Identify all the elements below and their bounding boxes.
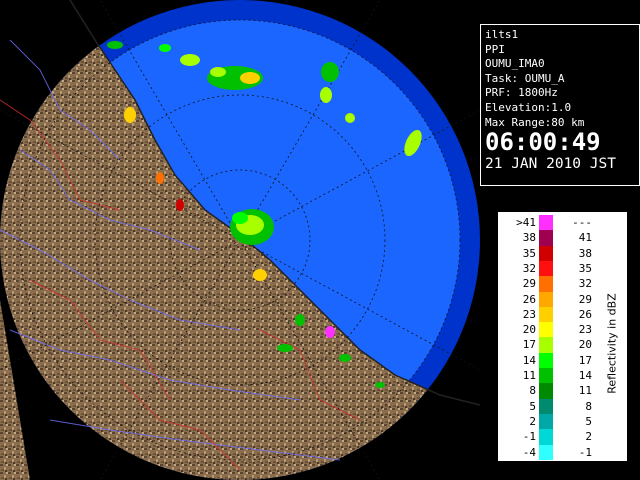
site-name: ilts1 — [485, 28, 519, 41]
legend-row-low: 35 — [522, 246, 536, 260]
legend-title: Reflectivity in dBZ — [605, 293, 619, 394]
legend-swatch — [539, 444, 553, 461]
legend-row-low: 14 — [522, 353, 536, 367]
legend-row: 38 41 — [498, 230, 593, 247]
legend-swatch — [539, 352, 553, 369]
legend-row-high: 23 — [578, 323, 592, 337]
info-panel: ilts1 PPI OUMU_IMA0 Task: OUMU_A PRF: 18… — [480, 24, 640, 186]
task-name: Task: OUMU_A — [485, 71, 565, 85]
legend-row-low: 5 — [529, 399, 536, 413]
radar-ppi-map[interactable] — [0, 0, 480, 480]
legend-row-high: 11 — [578, 384, 592, 398]
legend-row-low: 32 — [522, 261, 536, 275]
legend-row-low: 38 — [522, 231, 536, 245]
legend-row-low: 29 — [522, 277, 536, 291]
legend-swatch — [539, 429, 553, 445]
legend-swatch — [539, 398, 553, 415]
elevation-value: Elevation:1.0 — [485, 100, 572, 114]
legend-row-low: 20 — [522, 323, 536, 337]
legend-row: 20 23 — [498, 322, 593, 338]
legend-swatch — [539, 306, 553, 323]
legend-row: 23 26 — [498, 306, 593, 323]
legend-swatch — [539, 368, 553, 384]
legend-swatch — [539, 260, 553, 277]
legend-swatch — [539, 245, 553, 262]
legend-row: -1 2 — [498, 429, 593, 445]
scan-time: 06:00:49 — [485, 128, 601, 157]
legend-swatch — [539, 276, 553, 292]
legend-row: -4 -1 — [498, 444, 593, 461]
legend-row-high: 17 — [578, 353, 592, 367]
legend-row-high: --- — [572, 216, 592, 229]
legend-swatch — [539, 413, 553, 430]
legend-row-high: 32 — [578, 277, 592, 291]
legend-row-high: 29 — [578, 292, 592, 306]
legend-swatch — [539, 230, 553, 247]
legend-swatch — [539, 337, 553, 354]
legend-row-low: 2 — [529, 414, 536, 428]
legend-row-high: 35 — [578, 261, 592, 275]
legend-row-high: -1 — [578, 445, 592, 459]
legend-row-low: 23 — [522, 307, 536, 321]
legend-row: 26 29 — [498, 291, 593, 308]
scan-date: 21 JAN 2010 JST — [485, 156, 616, 173]
legend-row-high: 8 — [585, 399, 592, 413]
color-legend: >41 --- 38 41 35 38 32 35 29 32 26 29 23 26 20 23 17 20 14… — [497, 211, 628, 462]
product-type: PPI — [485, 42, 505, 56]
legend-row-low: 11 — [522, 369, 536, 382]
legend-row-low: -4 — [522, 445, 536, 459]
legend-row-high: 20 — [578, 338, 592, 352]
legend-row-high: 26 — [578, 307, 592, 321]
legend-row: 32 35 — [498, 260, 593, 277]
legend-row-low: >41 — [516, 216, 536, 229]
legend-row-low: 8 — [529, 384, 536, 398]
legend-swatch — [539, 383, 553, 400]
prf-value: PRF: 1800Hz — [485, 86, 558, 100]
legend-title-box: Reflectivity in dBZ — [602, 282, 619, 412]
legend-row: 14 17 — [498, 352, 593, 369]
legend-row: 11 14 — [498, 368, 593, 384]
legend-row: 35 38 — [498, 245, 593, 262]
legend-row-low: -1 — [522, 430, 536, 444]
legend-row-high: 41 — [578, 231, 592, 245]
legend-row: 8 11 — [498, 383, 593, 400]
legend-swatch — [539, 291, 553, 308]
radar-id: OUMU_IMA0 — [485, 57, 545, 71]
legend-row: 17 20 — [498, 337, 593, 354]
legend-swatch — [539, 215, 553, 231]
legend-swatch — [539, 322, 553, 338]
legend-row: 58 — [498, 398, 593, 415]
legend-row-low: 26 — [522, 292, 536, 306]
legend-row: >41 --- — [498, 215, 593, 231]
legend-row: 25 — [498, 413, 593, 430]
legend-row-high: 2 — [585, 430, 592, 444]
legend-row-low: 17 — [522, 338, 536, 352]
legend-row: 29 32 — [498, 276, 593, 292]
legend-row-high: 38 — [578, 246, 592, 260]
legend-row-high: 5 — [585, 414, 592, 428]
legend-row-high: 14 — [578, 369, 592, 382]
